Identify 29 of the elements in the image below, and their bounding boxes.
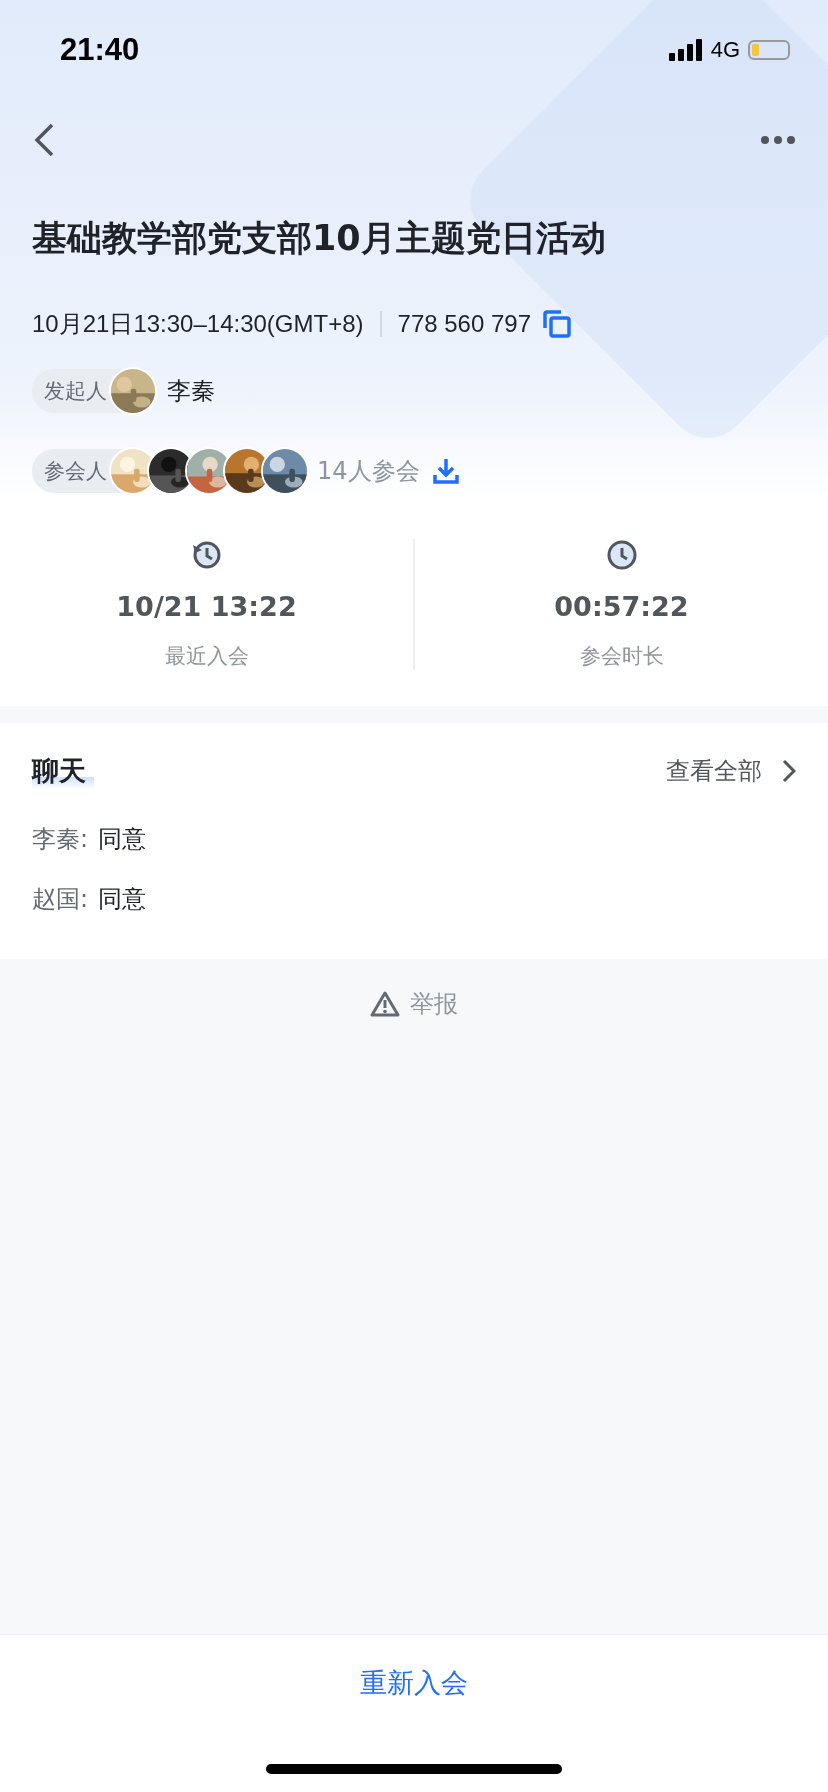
history-icon (190, 539, 223, 571)
clock-icon (605, 539, 638, 571)
stat-value: 00:57:22 (554, 591, 689, 622)
battery-icon (748, 40, 790, 60)
network-label: 4G (710, 37, 740, 63)
meeting-id: 778 560 797 (397, 310, 531, 338)
message-text: 同意 (98, 885, 147, 913)
more-button[interactable] (760, 135, 796, 145)
back-button[interactable] (32, 122, 56, 158)
message-sender: 李秦: (32, 825, 89, 853)
meeting-title: 基础教学部党支部10月主题党日活动 (32, 217, 607, 260)
view-all-link[interactable]: 查看全部 (666, 755, 796, 787)
stat-label: 参会时长 (579, 643, 664, 670)
message-text: 同意 (98, 825, 147, 853)
status-time: 21:40 (60, 32, 140, 68)
download-button[interactable] (431, 457, 460, 485)
warning-icon (370, 990, 400, 1018)
chevron-right-icon (782, 759, 796, 783)
rejoin-button[interactable]: 重新入会 (330, 1657, 498, 1709)
copy-icon (541, 308, 573, 340)
initiator-name: 李秦 (167, 376, 215, 407)
report-link[interactable]: 举报 (364, 987, 464, 1021)
signal-icon (668, 39, 703, 61)
stat-value: 10/21 13:22 (116, 591, 297, 622)
message-sender: 赵国: (32, 885, 89, 913)
copy-button[interactable] (541, 308, 573, 340)
meeting-time: 10月21日13:30–14:30(GMT+8) (32, 309, 364, 339)
stat-label: 最近入会 (164, 643, 249, 670)
participant-count: 14人参会 (317, 456, 420, 487)
